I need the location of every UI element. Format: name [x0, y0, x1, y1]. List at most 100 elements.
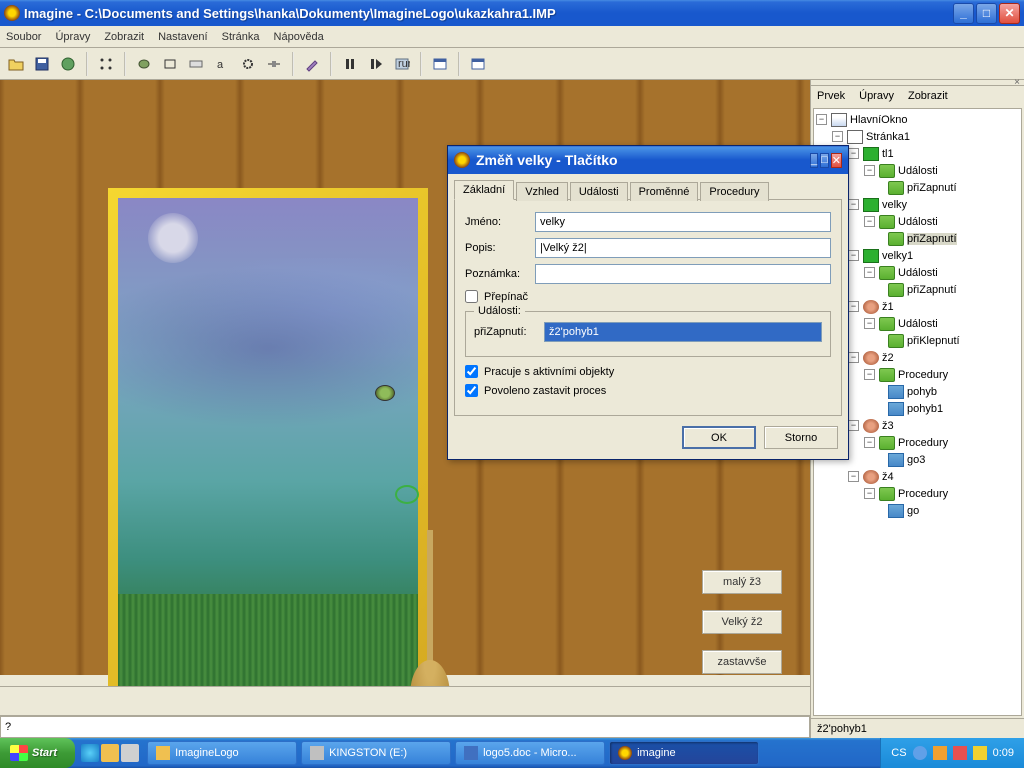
tree-pohyb1[interactable]: pohyb1 — [907, 403, 943, 415]
tree-z4[interactable]: ž4 — [882, 471, 894, 483]
checkbox-proces[interactable] — [465, 384, 478, 397]
tree-priklep[interactable]: přiKlepnutí — [907, 335, 960, 347]
menu-zobrazit[interactable]: Zobrazit — [104, 31, 144, 43]
menu-nastaveni[interactable]: Nastavení — [158, 31, 208, 43]
run-icon[interactable]: run — [390, 52, 414, 76]
tree-prizap-sel[interactable]: přiZapnutí — [907, 233, 957, 245]
tree-menu-upravy[interactable]: Úpravy — [859, 90, 894, 102]
button-icon[interactable] — [184, 52, 208, 76]
tree-go3[interactable]: go3 — [907, 454, 925, 466]
text-icon[interactable]: a — [210, 52, 234, 76]
input-prizapnuti[interactable] — [544, 322, 822, 342]
checkbox-prepinac[interactable] — [465, 290, 478, 303]
close-button[interactable]: ✕ — [999, 3, 1020, 24]
tree-procedury[interactable]: Procedury — [898, 488, 948, 500]
dialog-close-button[interactable]: ✕ — [831, 153, 842, 168]
ok-button[interactable]: OK — [682, 426, 756, 449]
task-imagine[interactable]: imagine — [609, 741, 759, 765]
tray-icon-3[interactable] — [953, 746, 967, 760]
expand-icon[interactable]: − — [848, 471, 859, 482]
tree-procedury[interactable]: Procedury — [898, 369, 948, 381]
save-icon[interactable] — [30, 52, 54, 76]
expand-icon[interactable]: − — [848, 420, 859, 431]
step-icon[interactable] — [364, 52, 388, 76]
expand-icon[interactable]: − — [816, 114, 827, 125]
tab-promenne[interactable]: Proměnné — [630, 182, 699, 201]
paint-icon[interactable] — [300, 52, 324, 76]
tree-tl1[interactable]: tl1 — [882, 148, 894, 160]
tree-pohyb[interactable]: pohyb — [907, 386, 937, 398]
tree-udalosti[interactable]: Události — [898, 216, 938, 228]
rect-icon[interactable] — [158, 52, 182, 76]
menu-soubor[interactable]: Soubor — [6, 31, 41, 43]
tree-velky[interactable]: velky — [882, 199, 907, 211]
tree-udalosti[interactable]: Události — [898, 318, 938, 330]
expand-icon[interactable]: − — [832, 131, 843, 142]
clock[interactable]: 0:09 — [993, 747, 1014, 759]
scene-button-maly[interactable]: malý ž3 — [702, 570, 782, 594]
tray-icon-1[interactable] — [913, 746, 927, 760]
turtle-icon[interactable] — [132, 52, 156, 76]
tree-go[interactable]: go — [907, 505, 919, 517]
expand-icon[interactable]: − — [848, 199, 859, 210]
input-jmeno[interactable] — [535, 212, 831, 232]
expand-icon[interactable]: − — [848, 250, 859, 261]
tree-z2[interactable]: ž2 — [882, 352, 894, 364]
tray-icon-4[interactable] — [973, 746, 987, 760]
tree-menu-zobrazit[interactable]: Zobrazit — [908, 90, 948, 102]
grid-icon[interactable] — [94, 52, 118, 76]
tree-z3[interactable]: ž3 — [882, 420, 894, 432]
turtle-sprite[interactable] — [375, 385, 395, 401]
open-icon[interactable] — [4, 52, 28, 76]
dialog-maximize-button[interactable]: □ — [820, 153, 829, 168]
menu-stranka[interactable]: Stránka — [222, 31, 260, 43]
tree-menu-prvek[interactable]: Prvek — [817, 90, 845, 102]
storno-button[interactable]: Storno — [764, 426, 838, 449]
tab-udalosti[interactable]: Události — [570, 182, 628, 201]
ie-icon[interactable] — [81, 744, 99, 762]
maximize-button[interactable]: □ — [976, 3, 997, 24]
task-logo5doc[interactable]: logo5.doc - Micro... — [455, 741, 605, 765]
tree-z1[interactable]: ž1 — [882, 301, 894, 313]
tab-vzhled[interactable]: Vzhled — [516, 182, 568, 201]
menu-napoveda[interactable]: Nápověda — [274, 31, 324, 43]
command-line[interactable]: ? — [0, 716, 810, 738]
slider-icon[interactable] — [262, 52, 286, 76]
input-popis[interactable] — [535, 238, 831, 258]
expand-icon[interactable]: − — [864, 318, 875, 329]
tree-root[interactable]: HlavníOkno — [850, 114, 907, 126]
menu-upravy[interactable]: Úpravy — [55, 31, 90, 43]
gear-icon[interactable] — [236, 52, 260, 76]
checkbox-aktivni[interactable] — [465, 365, 478, 378]
tree-prizap[interactable]: přiZapnutí — [907, 182, 957, 194]
expand-icon[interactable]: − — [864, 267, 875, 278]
task-kingston[interactable]: KINGSTON (E:) — [301, 741, 451, 765]
window1-icon[interactable] — [428, 52, 452, 76]
tree-page[interactable]: Stránka1 — [866, 131, 910, 143]
tree-procedury[interactable]: Procedury — [898, 437, 948, 449]
scene-button-velky[interactable]: Velký ž2 — [702, 610, 782, 634]
expand-icon[interactable]: − — [848, 301, 859, 312]
pause-icon[interactable] — [338, 52, 362, 76]
expand-icon[interactable]: − — [864, 216, 875, 227]
start-button[interactable]: Start — [0, 738, 75, 768]
expand-icon[interactable]: − — [864, 369, 875, 380]
expand-icon[interactable]: − — [848, 352, 859, 363]
dialog-minimize-button[interactable]: _ — [810, 153, 818, 168]
folder-icon[interactable] — [101, 744, 119, 762]
tab-zakladni[interactable]: Základní — [454, 180, 514, 200]
window2-icon[interactable] — [466, 52, 490, 76]
task-imaginelogo[interactable]: ImagineLogo — [147, 741, 297, 765]
tray-icon-2[interactable] — [933, 746, 947, 760]
lang-indicator[interactable]: CS — [891, 747, 906, 759]
tree-udalosti[interactable]: Události — [898, 165, 938, 177]
minimize-button[interactable]: _ — [953, 3, 974, 24]
dialog-titlebar[interactable]: Změň velky - Tlačítko _ □ ✕ — [448, 146, 848, 174]
tree-velky1[interactable]: velky1 — [882, 250, 913, 262]
scene-button-zastav[interactable]: zastavvše — [702, 650, 782, 674]
desktop-icon[interactable] — [121, 744, 139, 762]
input-poznamka[interactable] — [535, 264, 831, 284]
expand-icon[interactable]: − — [864, 165, 875, 176]
tab-procedury[interactable]: Procedury — [700, 182, 768, 201]
tree-prizap[interactable]: přiZapnutí — [907, 284, 957, 296]
